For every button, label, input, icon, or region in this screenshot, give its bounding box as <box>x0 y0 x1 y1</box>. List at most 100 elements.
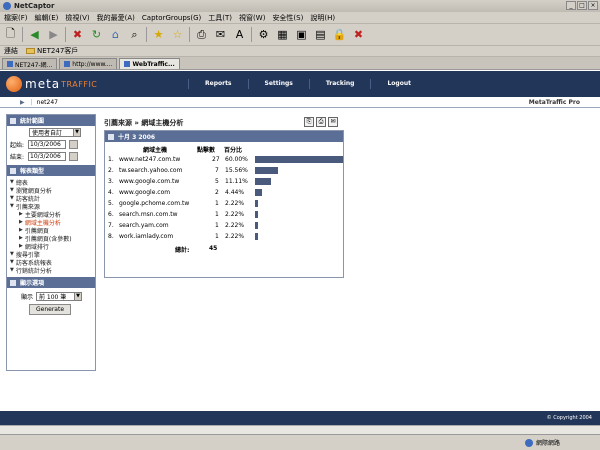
search-icon[interactable]: ⌕ <box>127 27 142 42</box>
tab-webtraffic[interactable]: WebTraffic... <box>119 58 180 69</box>
print-report-icon[interactable]: ⎙ <box>316 117 326 127</box>
email-report-icon[interactable]: ✉ <box>328 117 338 127</box>
row-clicks: 1 <box>215 200 219 207</box>
horizontal-scrollbar[interactable] <box>0 425 600 434</box>
tab-net247[interactable]: NET247-網... <box>2 58 58 69</box>
window-icon[interactable]: ▣ <box>294 27 309 42</box>
maximize-icon[interactable]: □ <box>577 1 587 10</box>
nav-reports[interactable]: Reports <box>188 79 248 89</box>
row-clicks: 2 <box>215 189 219 196</box>
mail-icon[interactable]: ✉ <box>213 27 228 42</box>
breadcrumb: 引薦來源 » 網域主機分析 <box>104 119 184 127</box>
menu-file[interactable]: 檔案(F) <box>4 13 28 23</box>
row-host[interactable]: search.msn.com.tw <box>119 211 178 218</box>
home-icon[interactable]: ⌂ <box>108 27 123 42</box>
table-row: 6. search.msn.com.tw 1 2.22% <box>105 209 343 220</box>
favorites-icon[interactable]: ★ <box>151 27 166 42</box>
col-percent[interactable]: 百分比 <box>224 145 242 154</box>
generate-button[interactable]: Generate <box>29 304 71 315</box>
popup-block-icon[interactable]: ⚙ <box>256 27 271 42</box>
row-host[interactable]: search.yam.com <box>119 222 169 229</box>
stop-icon[interactable]: ✖ <box>70 27 85 42</box>
end-date-input[interactable]: 10/3/2006 <box>28 151 66 161</box>
add-favorite-icon[interactable]: ☆ <box>170 27 185 42</box>
menu-tools[interactable]: 工具(T) <box>208 13 232 23</box>
calendar-icon[interactable] <box>69 139 78 149</box>
main-nav: Reports Settings Tracking Logout <box>188 71 427 97</box>
divider-icon: | <box>30 98 33 106</box>
folder-icon <box>26 48 35 54</box>
print-icon[interactable]: ⎙ <box>194 27 209 42</box>
chevron-down-icon: ▼ <box>74 292 82 300</box>
row-host[interactable]: www.net247.com.tw <box>119 156 180 163</box>
start-date-row: 起始: 10/3/2006 <box>7 138 95 150</box>
tree-item-marketing[interactable]: ▼ 行銷統計分析 <box>7 266 95 275</box>
sub-header: ▶ | net247 MetaTraffic Pro <box>0 97 600 108</box>
section-marker-icon <box>10 117 16 124</box>
nav-logout[interactable]: Logout <box>370 79 427 89</box>
calendar-icon[interactable] <box>69 151 78 161</box>
expand-arrow-icon[interactable]: ▶ <box>20 99 25 106</box>
toolbar-divider <box>251 27 252 42</box>
layout-icon[interactable]: ▦ <box>275 27 290 42</box>
nav-tracking[interactable]: Tracking <box>308 79 371 89</box>
end-date-row: 結束: 10/3/2006 <box>7 150 95 162</box>
links-folder[interactable]: NET247客戶 <box>37 46 78 56</box>
percent-bar <box>255 233 258 240</box>
tree-item-domain-hosts[interactable]: ▶ 網域主機分析 <box>7 218 95 227</box>
show-count-select[interactable]: 前 100 筆 ▼ <box>36 291 83 301</box>
menu-window[interactable]: 視窗(W) <box>239 13 265 23</box>
back-icon[interactable]: ◀ <box>27 27 42 42</box>
table-row: 8. work.iamlady.com 1 2.22% <box>105 231 343 242</box>
toolbar-divider <box>22 27 23 42</box>
menu-view[interactable]: 檢視(V) <box>65 13 89 23</box>
tile-icon[interactable]: ▤ <box>313 27 328 42</box>
menu-captorgroups[interactable]: CaptorGroups(G) <box>142 14 201 22</box>
row-host[interactable]: tw.search.yahoo.com <box>119 167 182 174</box>
row-host[interactable]: google.pchome.com.tw <box>119 200 189 207</box>
toolbar-divider <box>65 27 66 42</box>
close-all-icon[interactable]: ✖ <box>351 27 366 42</box>
row-percent: 4.44% <box>225 189 245 196</box>
forward-icon[interactable]: ▶ <box>46 27 61 42</box>
metatraffic-logo[interactable]: meta TRAFFIC <box>6 76 97 92</box>
row-clicks: 1 <box>215 222 219 229</box>
font-size-icon[interactable]: A <box>232 27 247 42</box>
table-row: 1. www.net247.com.tw 27 60.00% <box>105 154 343 165</box>
refresh-icon[interactable]: ↻ <box>89 27 104 42</box>
triangle-right-icon: ▶ <box>19 227 23 233</box>
tree-item-referrer-pages-params[interactable]: ▶ 引薦網頁(含參數) <box>7 234 95 243</box>
col-host[interactable]: 網域主機 <box>143 145 167 154</box>
lock-icon[interactable]: 🔒 <box>332 27 347 42</box>
export-icon[interactable]: ⎘ <box>304 117 314 127</box>
menu-edit[interactable]: 編輯(E) <box>35 13 59 23</box>
start-date-input[interactable]: 10/3/2006 <box>28 139 66 149</box>
triangle-down-icon: ▼ <box>10 267 14 273</box>
triangle-down-icon: ▼ <box>10 195 14 201</box>
col-clicks[interactable]: 點擊數 <box>197 145 215 154</box>
browser-toolbar: 🗋 ◀ ▶ ✖ ↻ ⌂ ⌕ ★ ☆ ⎙ ✉ A ⚙ ▦ ▣ ▤ 🔒 ✖ <box>0 24 600 46</box>
table-row: 3. www.google.com.tw 5 11.11% <box>105 176 343 187</box>
report-tree: ▼ 總表 ▼ 瀏覽網頁分析 ▼ 訪客統計 ▼ 引薦來源 ▶ 主要網域分析 ▶ 網域主機分析 … <box>7 176 95 275</box>
close-icon[interactable]: × <box>588 1 598 10</box>
globe-icon <box>524 438 533 447</box>
row-index: 4. <box>108 189 114 196</box>
menu-help[interactable]: 說明(H) <box>310 13 335 23</box>
tab-http[interactable]: http://www.... <box>59 58 118 69</box>
menu-favorites[interactable]: 我的最愛(A) <box>97 13 135 23</box>
row-index: 3. <box>108 178 114 185</box>
nav-settings[interactable]: Settings <box>247 79 309 89</box>
site-header: meta TRAFFIC Reports Settings Tracking L… <box>0 71 600 97</box>
new-page-icon[interactable]: 🗋 <box>3 27 18 42</box>
row-host[interactable]: work.iamlady.com <box>119 233 173 240</box>
row-host[interactable]: www.google.com.tw <box>119 178 179 185</box>
panel-tools: ⎘ ⎙ ✉ <box>304 117 338 127</box>
range-select[interactable]: 使用者自訂 ▼ <box>29 127 81 137</box>
row-host[interactable]: www.google.com <box>119 189 170 196</box>
menu-security[interactable]: 安全性(S) <box>272 13 303 23</box>
minimize-icon[interactable]: _ <box>566 1 576 10</box>
report-panel: 十月 3 2006 網域主機 點擊數 百分比 1. www.net247.com.… <box>104 130 344 278</box>
table-row: 2. tw.search.yahoo.com 7 15.56% <box>105 165 343 176</box>
row-percent: 2.22% <box>225 233 245 240</box>
row-index: 6. <box>108 211 114 218</box>
